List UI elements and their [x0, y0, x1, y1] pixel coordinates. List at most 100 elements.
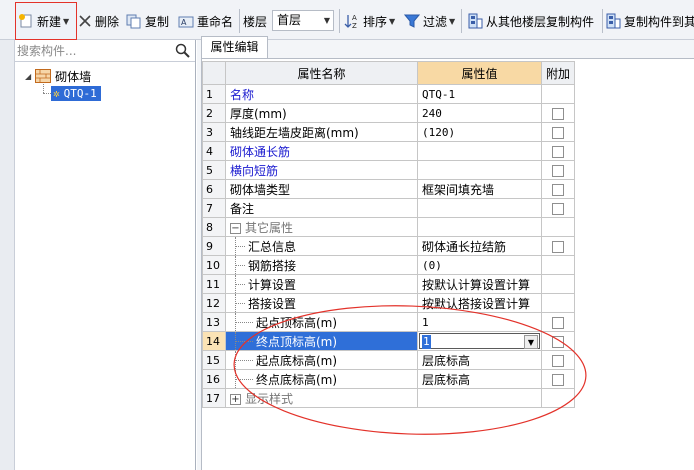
delete-button[interactable]: 删除	[78, 11, 119, 31]
property-name[interactable]: 起点顶标高(m)	[225, 312, 418, 332]
filter-button[interactable]: 过滤 ▼	[403, 11, 455, 31]
table-row[interactable]: 2 厚度(mm) 240	[202, 103, 576, 123]
tab-property-edit[interactable]: 属性编辑	[201, 36, 268, 58]
property-value[interactable]	[417, 198, 542, 218]
table-row[interactable]: 6 砌体墙类型 框架间填充墙	[202, 179, 576, 199]
grid-header-row: 属性名称 属性值 附加	[202, 61, 576, 85]
property-value-editor[interactable]: 1 ▼	[417, 331, 542, 351]
attach-checkbox[interactable]	[552, 316, 564, 329]
search-icon[interactable]	[175, 43, 190, 58]
property-value[interactable]: 层底标高	[417, 350, 542, 370]
left-edge-strip	[0, 40, 15, 470]
property-name[interactable]: 备注	[225, 198, 418, 218]
attach-checkbox[interactable]	[552, 335, 564, 348]
table-row-group[interactable]: 17 + 显示样式	[202, 388, 576, 408]
copy-to-floor-button[interactable]: 复制构件到其	[605, 11, 694, 31]
property-value[interactable]: 1	[417, 312, 542, 332]
table-row[interactable]: 1 名称 QTQ-1	[202, 84, 576, 104]
tree-node-selected: ✲ QTQ-1	[51, 85, 101, 101]
attach-checkbox[interactable]	[552, 183, 564, 196]
grid-header-add[interactable]: 附加	[540, 61, 576, 85]
property-name[interactable]: 计算设置	[225, 274, 418, 294]
copy-to-floor-label: 复制构件到其	[624, 14, 694, 29]
new-icon	[18, 13, 34, 29]
property-name[interactable]: 钢筋搭接	[225, 255, 418, 275]
attach-checkbox[interactable]	[552, 373, 564, 386]
floor-select[interactable]: 首层 ▼	[272, 10, 334, 31]
property-value[interactable]: (120)	[417, 122, 542, 142]
attach-checkbox-cell	[540, 141, 576, 161]
search-input[interactable]	[17, 41, 167, 61]
property-value[interactable]: 240	[417, 103, 542, 123]
collapse-icon[interactable]: −	[230, 222, 241, 234]
attach-checkbox[interactable]	[552, 164, 564, 177]
property-name[interactable]: 起点底标高(m)	[225, 350, 418, 370]
copy-from-floor-button[interactable]: 从其他楼层复制构件	[467, 11, 594, 31]
table-row[interactable]: 7 备注	[202, 198, 576, 218]
property-name[interactable]: 轴线距左墙皮距离(mm)	[225, 122, 418, 142]
expand-icon[interactable]: +	[230, 393, 241, 405]
property-value[interactable]: 框架间填充墙	[417, 179, 542, 199]
table-row[interactable]: 16 终点底标高(m) 层底标高	[202, 369, 576, 389]
attach-checkbox[interactable]	[552, 107, 564, 120]
property-value[interactable]: (0)	[417, 255, 542, 275]
row-number: 9	[202, 236, 226, 256]
group-label: 显示样式	[245, 391, 294, 406]
attach-checkbox-cell	[540, 84, 576, 104]
table-row[interactable]: 10 钢筋搭接 (0)	[202, 255, 576, 275]
table-row-group[interactable]: 8 − 其它属性	[202, 217, 576, 237]
value-combobox[interactable]: 1 ▼	[419, 333, 540, 349]
rename-button[interactable]: A 重命名	[178, 11, 233, 31]
attach-checkbox[interactable]	[552, 202, 564, 215]
collapse-triangle-icon[interactable]: ◢	[25, 72, 31, 81]
property-name[interactable]: 搭接设置	[225, 293, 418, 313]
table-row[interactable]: 13 起点顶标高(m) 1	[202, 312, 576, 332]
property-value	[417, 217, 542, 237]
property-group-name[interactable]: − 其它属性	[225, 217, 418, 237]
table-row[interactable]: 4 砌体通长筋	[202, 141, 576, 161]
property-name[interactable]: 砌体通长筋	[225, 141, 418, 161]
table-row[interactable]: 9 汇总信息 砌体通长拉结筋	[202, 236, 576, 256]
row-number: 5	[202, 160, 226, 180]
property-name[interactable]: 厚度(mm)	[225, 103, 418, 123]
property-group-name[interactable]: + 显示样式	[225, 388, 418, 408]
property-value[interactable]: 按默认计算设置计算	[417, 274, 542, 294]
row-number: 15	[202, 350, 226, 370]
new-button[interactable]: 新建 ▼	[18, 11, 69, 31]
floor-label: 楼层	[243, 11, 267, 31]
attach-checkbox[interactable]	[552, 240, 564, 253]
grid-header-name[interactable]: 属性名称	[225, 61, 418, 85]
attach-checkbox[interactable]	[552, 354, 564, 367]
table-row[interactable]: 15 起点底标高(m) 层底标高	[202, 350, 576, 370]
table-row[interactable]: 3 轴线距左墙皮距离(mm) (120)	[202, 122, 576, 142]
property-name[interactable]: 终点顶标高(m)	[225, 331, 418, 351]
tree-node-qtq-1[interactable]: ✲ QTQ-1	[51, 84, 101, 102]
property-name[interactable]: 砌体墙类型	[225, 179, 418, 199]
property-name[interactable]: 终点底标高(m)	[225, 369, 418, 389]
table-row[interactable]: 12 搭接设置 按默认搭接设置计算	[202, 293, 576, 313]
attach-checkbox-cell	[540, 217, 576, 237]
attach-checkbox[interactable]	[552, 126, 564, 139]
property-value[interactable]: QTQ-1	[417, 84, 542, 104]
row-number: 10	[202, 255, 226, 275]
table-row[interactable]: 11 计算设置 按默认计算设置计算	[202, 274, 576, 294]
property-value[interactable]	[417, 160, 542, 180]
table-row[interactable]: 5 横向短筋	[202, 160, 576, 180]
tree-node-masonry-wall[interactable]: ◢ 砌体墙	[25, 67, 91, 85]
property-name[interactable]: 汇总信息	[225, 236, 418, 256]
value-combobox-text[interactable]: 1	[422, 335, 431, 349]
table-row-active[interactable]: 14 终点顶标高(m) 1 ▼	[202, 331, 576, 351]
attach-checkbox[interactable]	[552, 145, 564, 158]
property-name[interactable]: 横向短筋	[225, 160, 418, 180]
grid-header-value[interactable]: 属性值	[417, 61, 542, 85]
property-value[interactable]: 按默认搭接设置计算	[417, 293, 542, 313]
sort-button[interactable]: AZ 排序 ▼	[344, 11, 395, 31]
copy-button[interactable]: 复制	[126, 11, 169, 31]
property-value[interactable]	[417, 141, 542, 161]
property-value[interactable]: 砌体通长拉结筋	[417, 236, 542, 256]
property-name[interactable]: 名称	[225, 84, 418, 104]
property-value[interactable]: 层底标高	[417, 369, 542, 389]
chevron-down-icon[interactable]: ▼	[524, 335, 538, 349]
sort-icon: AZ	[344, 13, 360, 30]
row-number: 17	[202, 388, 226, 408]
